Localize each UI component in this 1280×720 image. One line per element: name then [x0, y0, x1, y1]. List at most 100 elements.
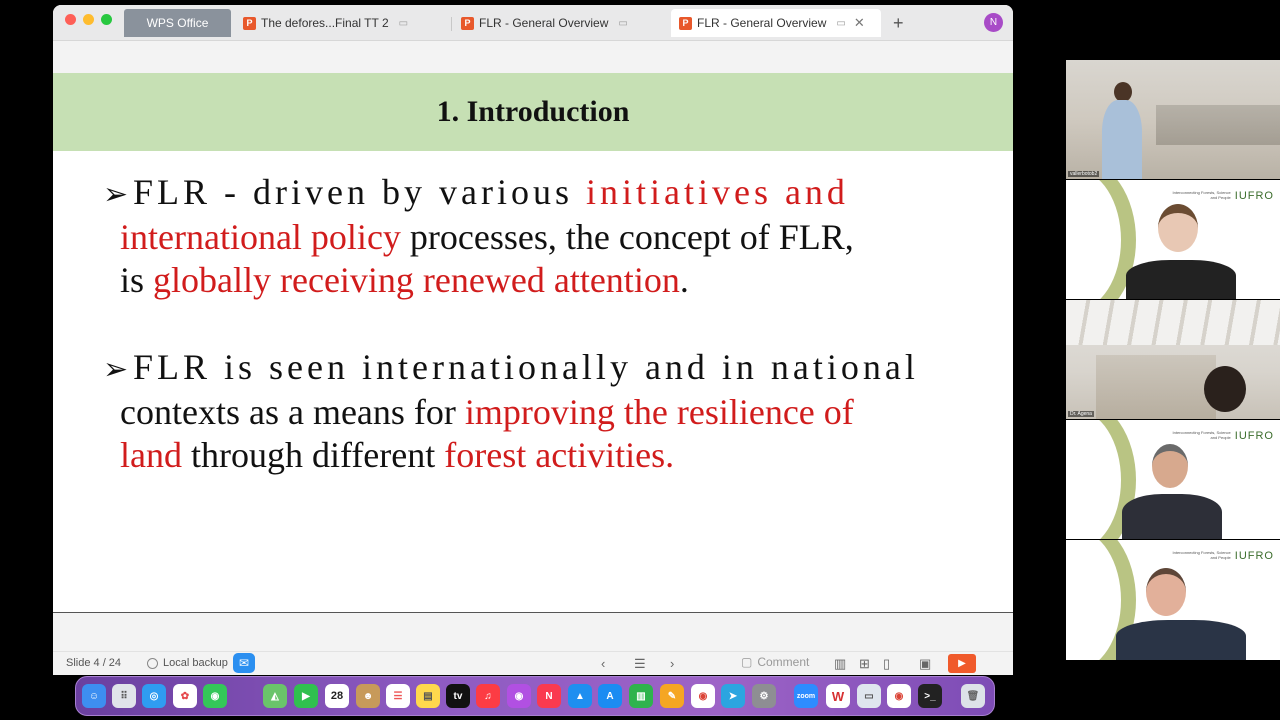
wps-window: WPS Office P The defores...Final TT 2 ▭ …	[53, 5, 1013, 675]
presentation-file-icon: P	[243, 16, 256, 30]
screen: WPS Office P The defores...Final TT 2 ▭ …	[0, 0, 1280, 720]
close-window-button[interactable]	[65, 14, 76, 25]
video-tile[interactable]: Interconnecting Forests, Science and Peo…	[1066, 540, 1280, 660]
calendar-icon[interactable]: 28	[325, 684, 349, 708]
settings-icon[interactable]: ⚙	[752, 684, 776, 708]
presentation-file-icon: P	[461, 16, 474, 30]
comment-icon: ▢	[741, 655, 753, 669]
trash-icon[interactable]: 🗑	[961, 684, 985, 708]
text-run: through different	[181, 435, 445, 475]
appletv-icon[interactable]: tv	[446, 684, 470, 708]
play-icon[interactable]: ▶	[948, 654, 976, 673]
user-avatar[interactable]: N	[984, 13, 1003, 32]
chrome-icon[interactable]: ◉	[691, 684, 715, 708]
pages-icon[interactable]: ✎	[660, 684, 684, 708]
status-bar: Slide 4 / 24 Local backup ✉ ‹ ☰ › ▢ Comme…	[53, 651, 1013, 675]
iufro-tagline: Interconnecting Forests, Science and Peo…	[1172, 430, 1231, 440]
tab-label: WPS Office	[146, 16, 209, 30]
text-run: FLR is seen internationally and in natio…	[133, 347, 919, 387]
participant-head	[1152, 444, 1188, 488]
facetime-icon[interactable]: ▶	[294, 684, 318, 708]
participant-name: Dr. Agena	[1068, 411, 1094, 417]
participant-head	[1146, 568, 1186, 616]
monitor-icon: ▭	[398, 17, 409, 29]
participant-body	[1116, 620, 1246, 660]
slide-indicator[interactable]: Slide 4 / 24	[66, 657, 121, 669]
screen-sharing-icon[interactable]: ▭	[857, 684, 881, 708]
wps-icon[interactable]: W	[826, 684, 850, 708]
highlight-text: globally receiving renewed attention	[153, 260, 680, 300]
dock: ☺ ⠿ ◎ ✿ ◉ ◭ ▶ 28 ☻ ☰ ▤ tv ♫ ◉ N ▲ A ▥ ✎ …	[75, 676, 995, 716]
outline-icon[interactable]: ☰	[634, 656, 646, 672]
video-tile[interactable]: Interconnecting Forests, Science and Peo…	[1066, 180, 1280, 299]
tab-label: FLR - General Overview	[479, 16, 609, 30]
finder-icon[interactable]: ☺	[82, 684, 106, 708]
text-run: is	[120, 260, 154, 300]
new-tab-button[interactable]: +	[893, 13, 904, 34]
tab-label: The defores...Final TT 2	[261, 16, 389, 30]
minimize-window-button[interactable]	[83, 14, 94, 25]
photos-icon[interactable]: ✿	[173, 684, 197, 708]
comment-button[interactable]: ▢ Comment	[741, 655, 809, 669]
music-icon[interactable]: ♫	[476, 684, 500, 708]
tab-divider	[451, 17, 452, 31]
calendar-day: 28	[330, 690, 344, 702]
reading-view-icon[interactable]: ▯	[883, 656, 890, 672]
reminders-icon[interactable]: ☰	[386, 684, 410, 708]
close-tab-icon[interactable]: ✕	[854, 15, 865, 31]
contacts-icon[interactable]: ☻	[356, 684, 380, 708]
iufro-tagline: Interconnecting Forests, Science and Peo…	[1172, 550, 1231, 560]
zoom-icon[interactable]: zoom	[794, 684, 818, 708]
chrome-icon[interactable]: ◉	[887, 684, 911, 708]
maps-icon[interactable]: ◭	[263, 684, 287, 708]
safari-icon[interactable]: ◎	[142, 684, 166, 708]
chevron-right-icon[interactable]: ›	[670, 656, 674, 671]
highlight-text: land	[120, 435, 182, 475]
keynote-icon[interactable]: ▲	[568, 684, 592, 708]
telegram-icon[interactable]: ➤	[721, 684, 745, 708]
tab-flr-overview-active[interactable]: P FLR - General Overview ▭ ✕	[671, 9, 881, 37]
mail-icon[interactable]: ✉	[233, 653, 255, 673]
video-tile[interactable]: Interconnecting Forests, Science and Peo…	[1066, 420, 1280, 539]
presentation-file-icon: P	[679, 16, 692, 30]
iufro-wordmark: IUFRO	[1234, 190, 1274, 202]
iufro-wordmark: IUFRO	[1234, 430, 1274, 442]
tab-flr-overview-1[interactable]: P FLR - General Overview ▭	[461, 9, 666, 37]
video-tile[interactable]: vallerbotob2	[1066, 60, 1280, 179]
text-run: contexts as a means for	[120, 392, 465, 432]
text-run: .	[679, 260, 689, 300]
chevron-left-icon[interactable]: ‹	[601, 656, 605, 671]
slide-title: 1. Introduction	[436, 95, 630, 128]
notes-icon[interactable]: ▤	[416, 684, 440, 708]
local-backup[interactable]: Local backup	[147, 657, 228, 669]
tab-bar: WPS Office P The defores...Final TT 2 ▭ …	[53, 5, 1013, 41]
iufro-logo: Interconnecting Forests, Science and Peo…	[1171, 546, 1274, 564]
backup-label: Local backup	[163, 657, 228, 669]
appstore-icon[interactable]: A	[598, 684, 622, 708]
video-tile[interactable]: Dr. Agena	[1066, 300, 1280, 419]
present-icon[interactable]: ▣	[919, 656, 931, 672]
participant-body	[1126, 260, 1236, 299]
tab-wps-office[interactable]: WPS Office	[124, 9, 231, 37]
tab-deforestation-doc[interactable]: P The defores...Final TT 2 ▭	[243, 9, 448, 37]
news-icon[interactable]: N	[537, 684, 561, 708]
normal-view-icon[interactable]: ▥	[834, 656, 846, 672]
audience-area	[1156, 105, 1280, 145]
grid-view-icon[interactable]: ⊞	[859, 656, 870, 672]
highlight-text: international policy	[120, 217, 401, 257]
iufro-wordmark: IUFRO	[1234, 550, 1274, 562]
highlight-text: initiatives and	[585, 172, 849, 212]
podcasts-icon[interactable]: ◉	[507, 684, 531, 708]
room-wall	[1096, 355, 1216, 419]
messages-icon[interactable]: ◉	[203, 684, 227, 708]
zoom-label: zoom	[796, 692, 816, 700]
terminal-icon[interactable]: >_	[918, 684, 942, 708]
numbers-icon[interactable]: ▥	[629, 684, 653, 708]
participant-head	[1204, 366, 1246, 412]
text-line: land through different forest activities…	[103, 434, 963, 477]
arrow-bullet-icon: ➢	[103, 177, 129, 212]
ceiling-pattern	[1066, 300, 1280, 345]
launchpad-icon[interactable]: ⠿	[112, 684, 136, 708]
comment-label: Comment	[757, 655, 810, 669]
zoom-window-button[interactable]	[101, 14, 112, 25]
